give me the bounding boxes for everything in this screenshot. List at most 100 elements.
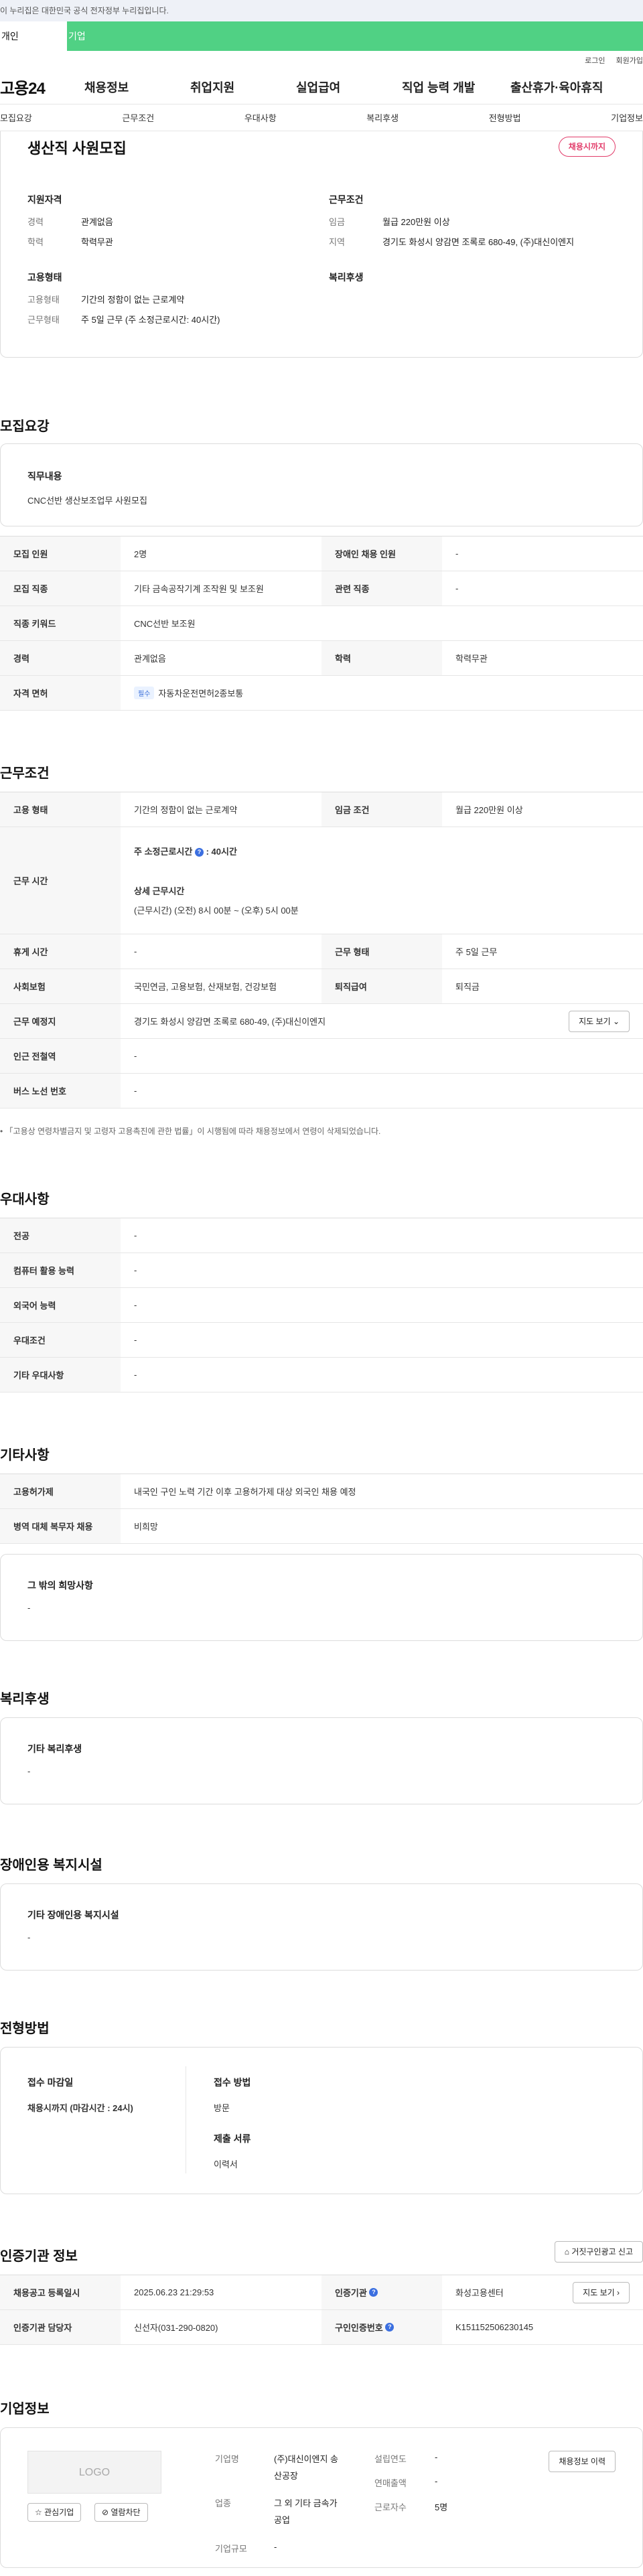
signup-link[interactable]: 회원가입 (616, 55, 643, 66)
detail-hours-heading: 상세 근무시간 (134, 886, 185, 896)
nav-job-info[interactable]: 채용정보 (84, 78, 190, 96)
agency-manager-label: 인증기관 담당자 (0, 2310, 121, 2344)
facility-section-title: 장애인용 복지시설 (0, 1858, 102, 1873)
info-icon[interactable]: ? (385, 2323, 395, 2332)
subnav-preference[interactable]: 우대사항 (244, 111, 277, 124)
nearby-station-value: - (134, 1051, 137, 1061)
employment-form-label: 고용 형태 (0, 792, 121, 827)
favorite-company-button[interactable]: ☆ 관심기업 (27, 2503, 82, 2522)
hiring-history-button[interactable]: 채용정보 이력 (549, 2451, 616, 2472)
nav-employment-support[interactable]: 취업지원 (190, 78, 296, 96)
insurance-value: 국민연금, 고용보험, 산재보험, 건강보험 (134, 982, 277, 992)
conditions-section-title: 근무조건 (0, 766, 50, 781)
table-row: 모집 직종 기타 금속공작기계 조작원 및 보조원 관련 직종 - (0, 571, 643, 606)
subnav-recruit[interactable]: 모집요강 (0, 111, 32, 124)
subnav-conditions[interactable]: 근무조건 (122, 111, 154, 124)
agency-map-button[interactable]: 지도 보기 › (573, 2281, 630, 2303)
disabled-count-value: - (455, 549, 459, 559)
weekly-hours: 주 소정근로시간 ? : 40시간 (134, 845, 237, 857)
work-type-label: 근무형태 (27, 315, 60, 325)
report-fake-ad-label: 거짓구인광고 신고 (571, 2247, 633, 2257)
report-fake-ad-button[interactable]: ⌂ 거짓구인광고 신고 (554, 2241, 643, 2263)
job-category-value: 기타 금속공작기계 조작원 및 보조원 (134, 584, 264, 594)
employee-count-value: 5명 (435, 2502, 448, 2512)
global-nav: 고용24 채용정보 취업지원 실업급여 직업 능력 개발 출산휴가·육아휴직 (0, 70, 643, 104)
other-wishes-value: - (27, 1603, 31, 1613)
education-req-value: 학력무관 (455, 654, 488, 664)
preference-table: 전공 - 컴퓨터 활용 능력 - 외국어 능력 - 우대조건 - 기타 우대사항… (0, 1218, 643, 1392)
chevron-right-icon: › (617, 2287, 620, 2297)
selection-card: 접수 마감일 채용시까지 (마감시간 : 24시) 접수 방법 방문 제출 서류… (0, 2047, 643, 2194)
age-notice-text: 「고용상 연령차별금지 및 고령자 고용촉진에 관한 법률」이 시행됨에 따라 … (5, 1127, 381, 1136)
certifying-agency-cell: 화성고용센터 지도 보기 › (442, 2275, 643, 2309)
license-label: 자격 면허 (0, 676, 121, 710)
employment-type-value: 기간의 정함이 없는 근로계약 (81, 295, 185, 305)
work-condition-group: 근무조건 임금 월급 220만원 이상 지역 경기도 화성시 양감면 조록로 680… (329, 193, 624, 257)
welfare-section-title: 복리후생 (0, 1692, 50, 1707)
table-row: 전공 - (0, 1218, 643, 1253)
welfare-group: 복리후생 (329, 271, 570, 295)
company-name-value: (주)대신이엔지 송 산공장 (274, 2452, 338, 2482)
nav-parental-leave[interactable]: 출산휴가·육아휴직 (510, 78, 603, 96)
subnav-company[interactable]: 기업정보 (611, 111, 643, 124)
recruit-section-title: 모집요강 (0, 419, 50, 434)
career-label: 경력 (27, 217, 44, 227)
work-hours-label: 근무 시간 (0, 827, 121, 934)
subnav-welfare[interactable]: 복리후생 (366, 111, 399, 124)
site-logo[interactable]: 고용24 (0, 75, 84, 98)
work-permit-label: 고용허가제 (0, 1474, 121, 1508)
company-size-label: 기업규모 (215, 2544, 247, 2554)
favorite-company-label: 관심기업 (44, 2508, 74, 2517)
table-row: 휴게 시간 - 근무 형태 주 5일 근무 (0, 934, 643, 969)
block-view-label: 열람차단 (111, 2508, 141, 2517)
map-view-label: 지도 보기 (579, 1016, 611, 1026)
tab-company[interactable]: 기업 (67, 21, 134, 51)
required-badge: 필수 (134, 687, 155, 699)
bus-route-value: - (134, 1086, 137, 1096)
revenue-label: 연매출액 (374, 2478, 407, 2488)
other-wishes-heading: 그 밖의 희망사항 (27, 1580, 93, 1591)
documents-value: 이력서 (214, 2159, 238, 2169)
company-name-label: 기업명 (215, 2454, 239, 2464)
founded-label: 설립연도 (374, 2454, 407, 2464)
duty-heading: 직무내용 (27, 471, 62, 482)
nav-unemployment-benefit[interactable]: 실업급여 (296, 78, 402, 96)
computer-skill-value: - (134, 1265, 137, 1275)
map-view-button[interactable]: 지도 보기 ⌄ (569, 1010, 630, 1032)
agency-map-label: 지도 보기 (583, 2287, 615, 2297)
table-row: 인근 전철역 - (0, 1039, 643, 1074)
license-cell: 필수 자동차운전면허2종보통 (121, 676, 643, 710)
duty-value: CNC선반 생산보조업무 사원모집 (27, 496, 147, 506)
table-row: 경력 관계없음 학력 학력무관 (0, 641, 643, 676)
company-name-line2: 산공장 (274, 2471, 298, 2481)
duty-card: 직무내용 CNC선반 생산보조업무 사원모집 (0, 443, 643, 526)
other-welfare-value: - (27, 1766, 31, 1776)
deadline-heading: 접수 마감일 (27, 2077, 74, 2088)
job-posting-page: 이 누리집은 대한민국 공식 전자정부 누리집입니다. 개인 기업 로그인 회원… (0, 0, 643, 2576)
employment-form-value: 기간의 정함이 없는 근로계약 (134, 805, 238, 815)
nav-vocational-training[interactable]: 직업 능력 개발 (402, 78, 510, 96)
block-view-button[interactable]: ⊘ 열람차단 (94, 2503, 148, 2522)
license-value: 자동차운전면허2종보통 (158, 689, 244, 699)
subnav-selection[interactable]: 전형방법 (489, 111, 521, 124)
welfare-card: 기타 복리후생 - (0, 1717, 643, 1804)
table-row: 근무 예정지 경기도 화성시 양감면 조록로 680-49, (주)대신이엔지 … (0, 1004, 643, 1039)
job-title: 생산직 사원모집 (27, 140, 127, 157)
tab-personal[interactable]: 개인 (0, 21, 67, 51)
detail-hours-value: (근무시간) (오전) 8시 00분 ~ (오후) 5시 00분 (134, 906, 299, 916)
login-link[interactable]: 로그인 (585, 55, 605, 66)
wage-value: 월급 220만원 이상 (382, 217, 450, 227)
agency-table: 채용공고 등록일시 2025.06.23 21:29:53 인증기관 ? 화성고… (0, 2275, 643, 2345)
table-row: 인증기관 담당자 신선자(031-290-0820) 구인인증번호 ? K151… (0, 2310, 643, 2345)
major-value: - (134, 1230, 137, 1240)
employment-type-group: 고용형태 고용형태 기간의 정함이 없는 근로계약 근무형태 주 5일 근무 (주 … (27, 271, 269, 335)
selection-section-title: 전형방법 (0, 2021, 50, 2036)
table-row: 사회보험 국민연금, 고용보험, 산재보험, 건강보험 퇴직급여 퇴직금 (0, 969, 643, 1004)
major-label: 전공 (0, 1218, 121, 1253)
other-preference-label: 기타 우대사항 (0, 1358, 121, 1392)
employment-type-label: 고용형태 (27, 295, 60, 305)
info-icon[interactable]: ? (369, 2288, 378, 2297)
agency-manager-value: 신선자(031-290-0820) (134, 2323, 218, 2333)
info-icon[interactable]: ? (194, 848, 204, 857)
utility-bar: 로그인 회원가입 (0, 51, 643, 70)
